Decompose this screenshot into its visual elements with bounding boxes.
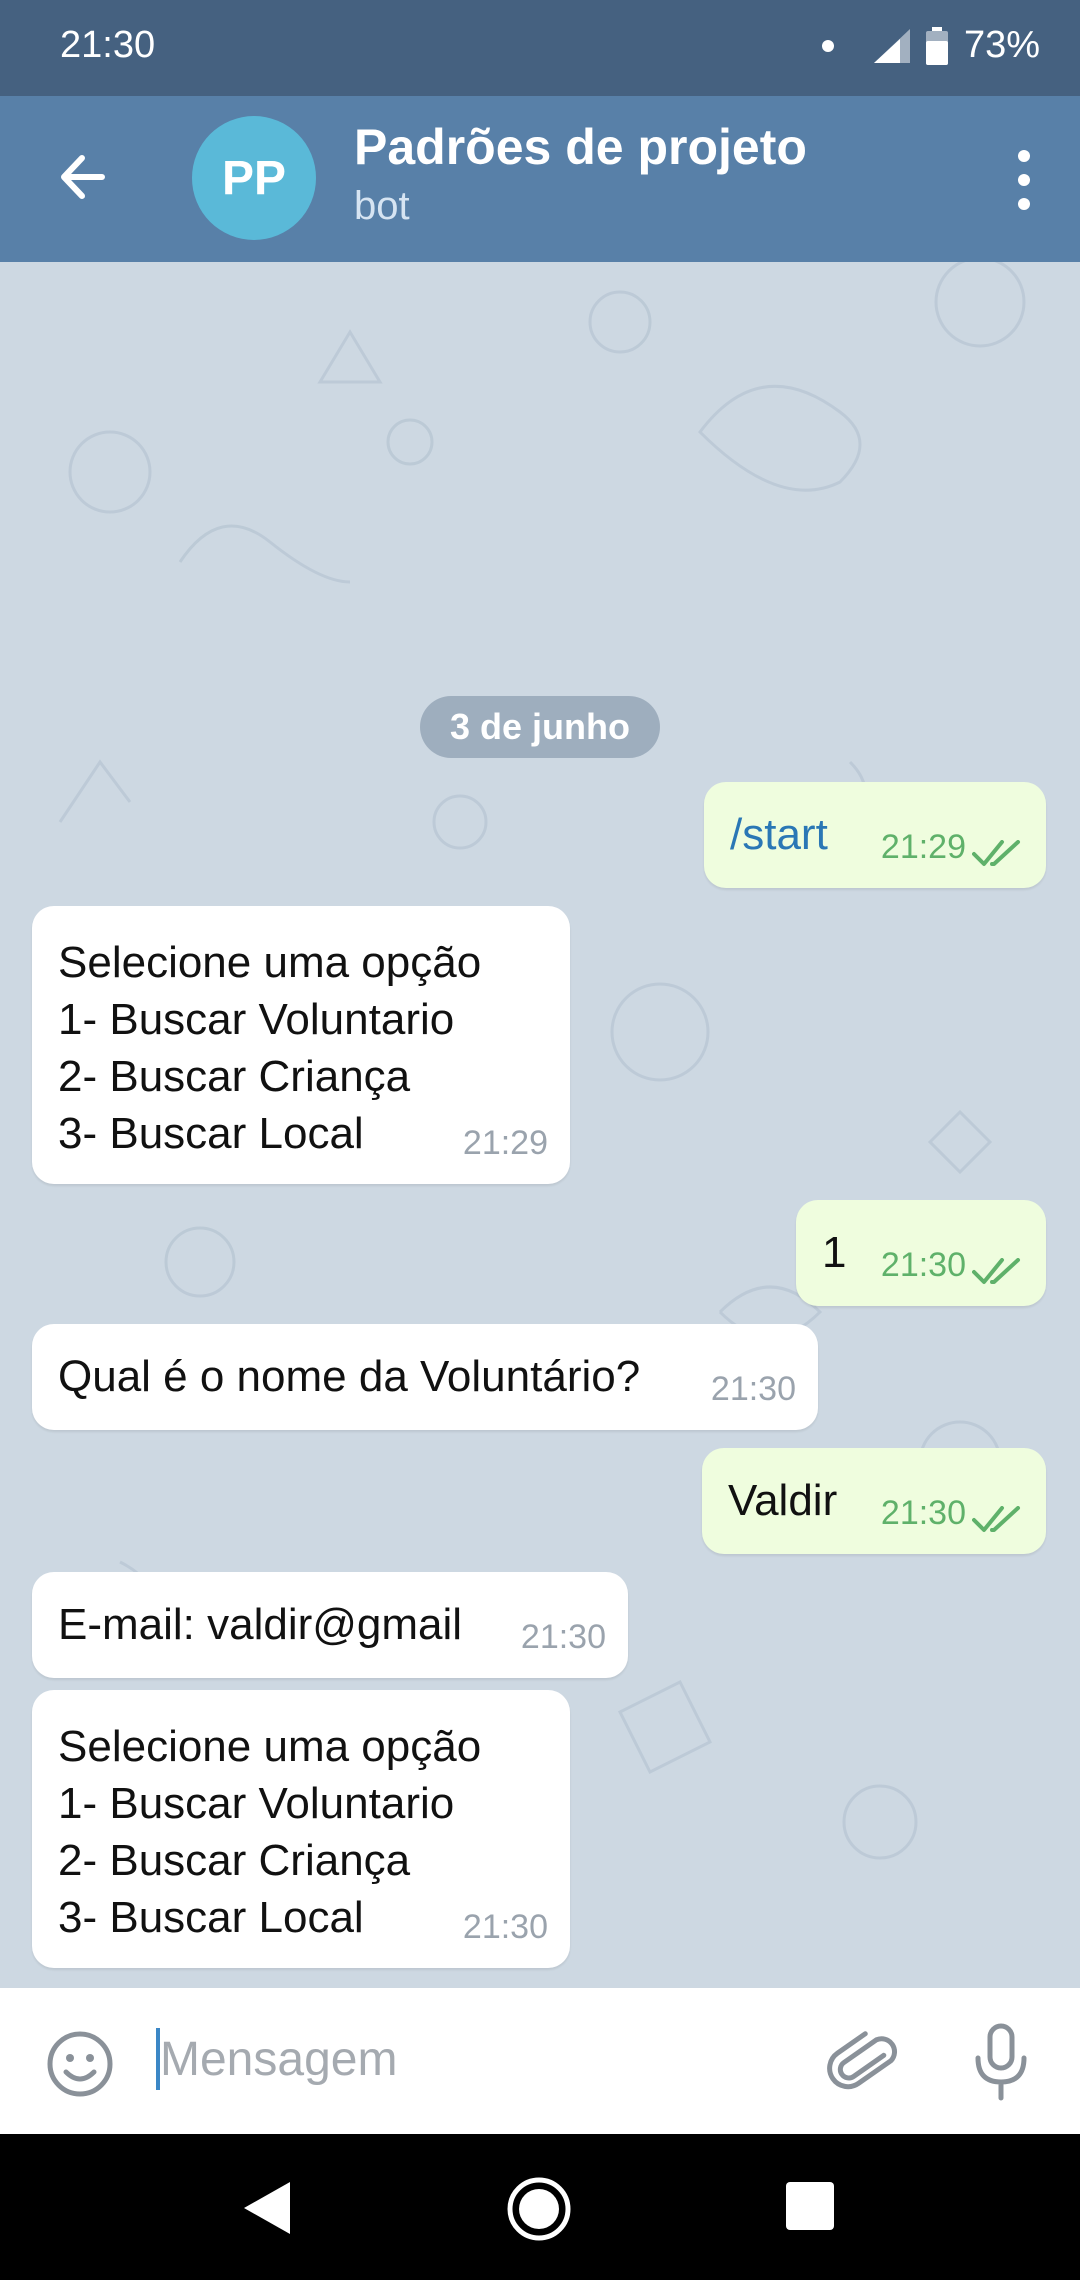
message-outgoing[interactable]: 1 21:30 bbox=[796, 1200, 1046, 1306]
mic-icon[interactable] bbox=[966, 2022, 1036, 2102]
back-arrow-icon[interactable] bbox=[52, 142, 122, 212]
status-icons: 73% bbox=[821, 24, 1040, 67]
avatar-initials: PP bbox=[221, 151, 287, 205]
message-time: 21:30 bbox=[520, 1618, 606, 1656]
more-vert-icon[interactable] bbox=[1014, 150, 1034, 210]
double-check-icon bbox=[972, 840, 1020, 866]
message-time: 21:29 bbox=[462, 1124, 548, 1162]
message-time: 21:30 bbox=[710, 1370, 796, 1408]
status-time: 21:30 bbox=[60, 24, 156, 66]
double-check-icon bbox=[972, 1258, 1020, 1284]
message-time: 21:30 bbox=[880, 1246, 966, 1284]
date-separator: 3 de junho bbox=[420, 696, 660, 758]
signal-icon bbox=[873, 28, 910, 63]
message-input[interactable] bbox=[160, 2024, 800, 2094]
message-text[interactable]: Selecione uma opção 1- Buscar Voluntario… bbox=[58, 934, 481, 1162]
message-incoming[interactable]: E-mail: valdir@gmail 21:30 bbox=[32, 1572, 628, 1678]
message-time: 21:30 bbox=[462, 1908, 548, 1946]
message-incoming[interactable]: Selecione uma opção 1- Buscar Voluntario… bbox=[32, 906, 570, 1184]
double-check-icon bbox=[972, 1506, 1020, 1532]
message-text[interactable]: Qual é o nome da Voluntário? bbox=[58, 1348, 640, 1405]
battery-percent: 73% bbox=[963, 24, 1040, 66]
message-incoming[interactable]: Qual é o nome da Voluntário? 21:30 bbox=[32, 1324, 818, 1430]
message-outgoing[interactable]: Valdir 21:30 bbox=[702, 1448, 1046, 1554]
message-time: 21:29 bbox=[880, 828, 966, 866]
avatar[interactable]: PP bbox=[192, 116, 316, 240]
message-text[interactable]: /start bbox=[730, 806, 828, 863]
status-bar: 21:30 73% bbox=[0, 0, 1080, 96]
chat-title[interactable]: Padrões de projeto bbox=[354, 118, 807, 176]
system-navigation-bar bbox=[0, 2134, 1080, 2280]
nav-recents-icon[interactable] bbox=[786, 2182, 834, 2230]
message-text[interactable]: 1 bbox=[822, 1224, 846, 1281]
notification-dot-icon bbox=[821, 39, 834, 52]
nav-back-icon[interactable] bbox=[240, 2178, 296, 2238]
message-incoming[interactable]: Selecione uma opção 1- Buscar Voluntario… bbox=[32, 1690, 570, 1968]
message-text[interactable]: Selecione uma opção 1- Buscar Voluntario… bbox=[58, 1718, 481, 1946]
attach-icon[interactable] bbox=[826, 2026, 902, 2102]
emoji-icon[interactable] bbox=[44, 2028, 116, 2100]
nav-home-icon[interactable] bbox=[506, 2176, 572, 2242]
message-text[interactable]: Valdir bbox=[728, 1472, 837, 1529]
message-composer bbox=[0, 1988, 1080, 2134]
chat-header: PP Padrões de projeto bot bbox=[0, 96, 1080, 262]
message-text[interactable]: E-mail: valdir@gmail bbox=[58, 1596, 462, 1653]
battery-icon bbox=[925, 26, 948, 65]
message-time: 21:30 bbox=[880, 1494, 966, 1532]
message-outgoing[interactable]: /start 21:29 bbox=[704, 782, 1046, 888]
chat-area[interactable]: 3 de junho /start 21:29 Selecione uma op… bbox=[0, 262, 1080, 1988]
chat-subtitle: bot bbox=[354, 184, 410, 228]
